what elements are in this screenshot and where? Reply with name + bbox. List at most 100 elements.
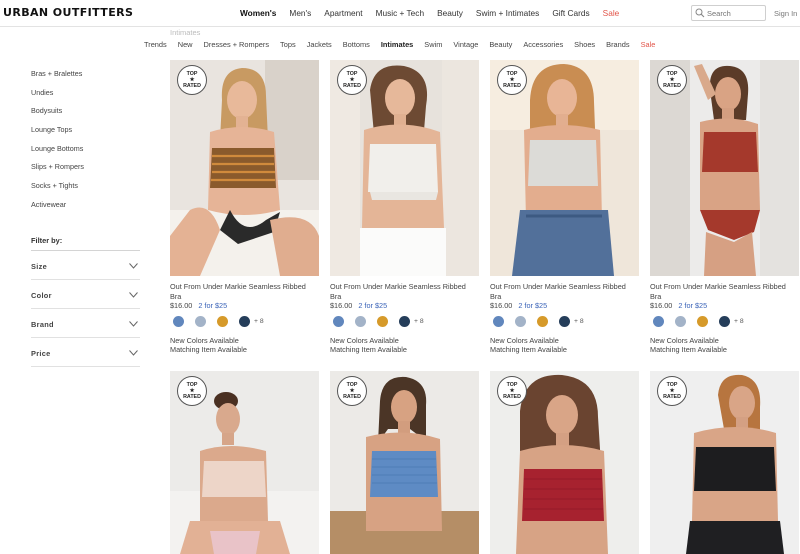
color-swatch[interactable] — [239, 315, 250, 327]
product-image[interactable]: TOP ★ RATED — [490, 60, 639, 276]
nav-womens[interactable]: Women's — [240, 8, 276, 18]
color-swatch[interactable] — [493, 315, 504, 327]
sidebar-item-undies[interactable]: Undies — [31, 87, 140, 106]
nav-apartment[interactable]: Apartment — [324, 8, 362, 18]
color-swatch[interactable] — [719, 315, 730, 327]
top-rated-badge: TOP ★ RATED — [337, 65, 367, 95]
color-swatch[interactable] — [217, 315, 228, 327]
site-header: URBAN OUTFITTERS Women's Men's Apartment… — [0, 0, 800, 27]
subnav-jackets[interactable]: Jackets — [307, 40, 332, 49]
subnav-brands[interactable]: Brands — [606, 40, 629, 49]
filter-size[interactable]: Size — [31, 251, 140, 280]
matching-item-note: Matching Item Available — [650, 345, 727, 354]
top-rated-badge: TOP ★ RATED — [657, 376, 687, 406]
subnav-trends[interactable]: Trends — [144, 40, 167, 49]
product-name[interactable]: Out From Under Markie Seamless Ribbed Br… — [490, 282, 639, 301]
product-card[interactable]: TOP ★ RATED — [330, 371, 479, 554]
color-swatch[interactable] — [653, 315, 664, 327]
promo-text: 2 for $25 — [198, 301, 228, 310]
subnav-new[interactable]: New — [178, 40, 193, 49]
nav-sale[interactable]: Sale — [603, 8, 620, 18]
product-card[interactable]: TOP ★ RATED — [650, 371, 799, 554]
more-colors-count[interactable]: + 8 — [414, 318, 424, 325]
product-image[interactable]: TOP ★ RATED — [170, 371, 319, 554]
product-card[interactable]: TOP ★ RATED — [170, 371, 319, 554]
product-card[interactable]: TOP ★ RATED Out From Under Markie Seamless… — [330, 60, 479, 360]
nav-beauty[interactable]: Beauty — [437, 8, 463, 18]
search-icon[interactable] — [695, 8, 705, 18]
filter-label: Price — [31, 349, 51, 358]
color-swatch[interactable] — [515, 315, 526, 327]
breadcrumb: Intimates — [170, 28, 201, 37]
color-swatch[interactable] — [173, 315, 184, 327]
nav-swim-intimates[interactable]: Swim + Intimates — [476, 8, 539, 18]
more-colors-count[interactable]: + 8 — [734, 318, 744, 325]
sidebar-item-socks-tights[interactable]: Socks + Tights — [31, 180, 140, 199]
subnav-shoes[interactable]: Shoes — [574, 40, 595, 49]
subnav-bottoms[interactable]: Bottoms — [343, 40, 370, 49]
subnav-beauty[interactable]: Beauty — [489, 40, 512, 49]
chevron-down-icon[interactable] — [129, 292, 138, 298]
filter-price[interactable]: Price — [31, 338, 140, 367]
chevron-down-icon[interactable] — [129, 321, 138, 327]
color-swatch[interactable] — [537, 315, 548, 327]
sign-in-link[interactable]: Sign In — [774, 9, 797, 18]
sidebar-item-slips-rompers[interactable]: Slips + Rompers — [31, 161, 140, 180]
sidebar-item-lounge-tops[interactable]: Lounge Tops — [31, 124, 140, 143]
subnav-intimates[interactable]: Intimates — [381, 40, 413, 49]
product-card[interactable]: TOP ★ RATED Out From Under Markie Seamless… — [170, 60, 319, 360]
nav-gift-cards[interactable]: Gift Cards — [552, 8, 589, 18]
nav-music-tech[interactable]: Music + Tech — [376, 8, 425, 18]
subnav-accessories[interactable]: Accessories — [523, 40, 563, 49]
product-card[interactable]: TOP ★ RATED Out From Under Markie Seamless… — [650, 60, 799, 360]
product-card[interactable]: TOP ★ RATED — [490, 371, 639, 554]
search-input[interactable] — [707, 7, 763, 19]
search-box[interactable] — [691, 5, 766, 21]
more-colors-count[interactable]: + 8 — [254, 318, 264, 325]
color-swatch[interactable] — [559, 315, 570, 327]
product-name[interactable]: Out From Under Markie Seamless Ribbed Br… — [330, 282, 479, 301]
badge-text: RATED — [343, 83, 361, 89]
product-image[interactable]: TOP ★ RATED — [490, 371, 639, 554]
sidebar-item-bras-bralettes[interactable]: Bras + Bralettes — [31, 68, 140, 87]
product-image[interactable]: TOP ★ RATED — [170, 60, 319, 276]
badge-text: RATED — [663, 394, 681, 400]
filter-brand[interactable]: Brand — [31, 309, 140, 338]
filter-label: Size — [31, 262, 47, 271]
chevron-down-icon[interactable] — [129, 263, 138, 269]
badge-text: RATED — [183, 394, 201, 400]
chevron-down-icon[interactable] — [129, 350, 138, 356]
nav-mens[interactable]: Men's — [289, 8, 311, 18]
color-swatch[interactable] — [697, 315, 708, 327]
color-swatch[interactable] — [195, 315, 206, 327]
product-image[interactable]: TOP ★ RATED — [330, 60, 479, 276]
subnav-dresses-rompers[interactable]: Dresses + Rompers — [204, 40, 270, 49]
color-swatch[interactable] — [399, 315, 410, 327]
subnav-sale[interactable]: Sale — [641, 40, 656, 49]
badge-text: RATED — [503, 83, 521, 89]
subnav-tops[interactable]: Tops — [280, 40, 296, 49]
top-rated-badge: TOP ★ RATED — [177, 376, 207, 406]
filter-color[interactable]: Color — [31, 280, 140, 309]
sidebar-item-bodysuits[interactable]: Bodysuits — [31, 105, 140, 124]
product-name[interactable]: Out From Under Markie Seamless Ribbed Br… — [650, 282, 799, 301]
product-price: $16.00 2 for $25 — [650, 301, 707, 310]
color-swatch[interactable] — [377, 315, 388, 327]
product-name[interactable]: Out From Under Markie Seamless Ribbed Br… — [170, 282, 319, 301]
filter-label: Brand — [31, 320, 54, 329]
product-card[interactable]: TOP ★ RATED Out From Under Markie Seamless… — [490, 60, 639, 360]
color-swatch[interactable] — [355, 315, 366, 327]
sidebar-item-lounge-bottoms[interactable]: Lounge Bottoms — [31, 143, 140, 162]
product-image[interactable]: TOP ★ RATED — [650, 371, 799, 554]
new-colors-note: New Colors Available — [330, 336, 399, 345]
sidebar-item-activewear[interactable]: Activewear — [31, 199, 140, 218]
product-image[interactable]: TOP ★ RATED — [330, 371, 479, 554]
subnav-swim[interactable]: Swim — [424, 40, 442, 49]
subnav-vintage[interactable]: Vintage — [453, 40, 478, 49]
more-colors-count[interactable]: + 8 — [574, 318, 584, 325]
color-swatch[interactable] — [675, 315, 686, 327]
product-image[interactable]: TOP ★ RATED — [650, 60, 799, 276]
color-swatches: + 8 — [650, 315, 744, 327]
color-swatch[interactable] — [333, 315, 344, 327]
brand-logo[interactable]: URBAN OUTFITTERS — [3, 6, 133, 19]
